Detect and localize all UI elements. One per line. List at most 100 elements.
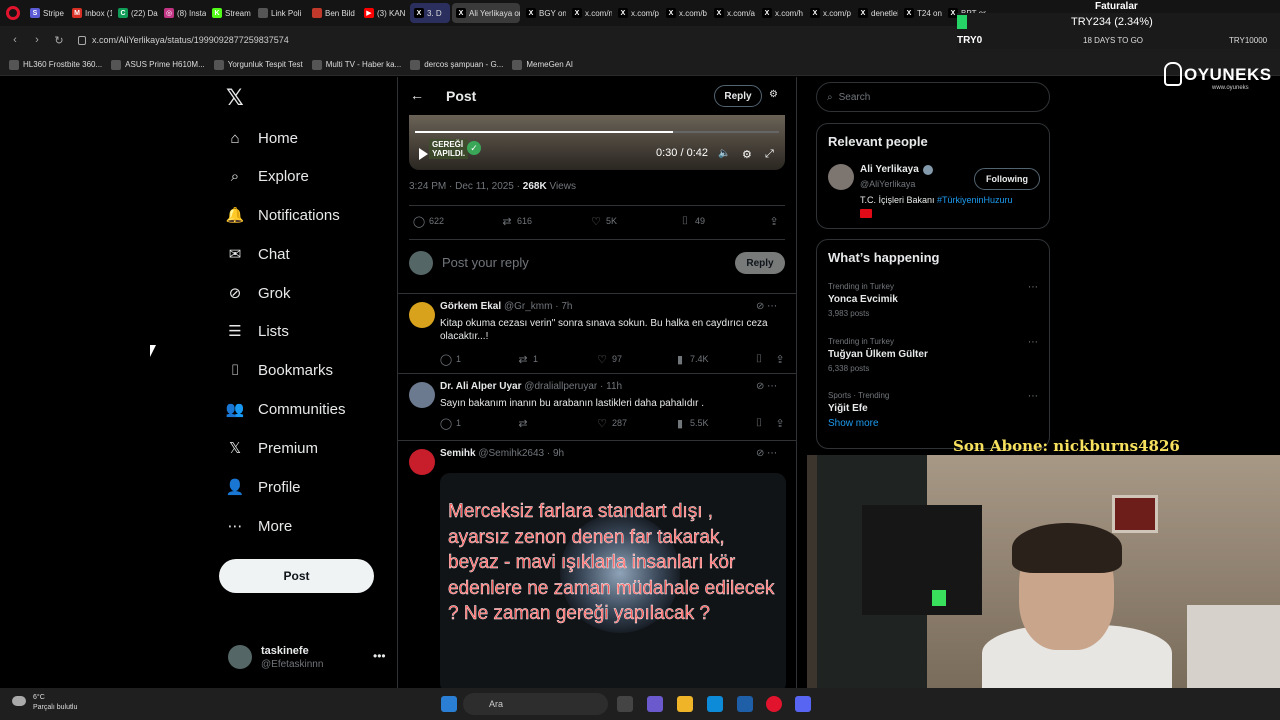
share-action[interactable]: ⇪ (774, 353, 790, 366)
reply-author[interactable]: Semihk @Semihk2643 · 9h (440, 448, 564, 459)
share-action[interactable]: ⇪ (774, 417, 790, 430)
header-reply-button[interactable]: Reply (714, 85, 762, 107)
avatar[interactable] (409, 382, 435, 408)
avatar[interactable] (828, 164, 854, 190)
grok-and-more-icon[interactable]: ⊘ ⋯ (756, 301, 777, 312)
browser-tab[interactable]: X BGY on (522, 3, 566, 23)
grok-and-more-icon[interactable]: ⊘ ⋯ (756, 381, 777, 392)
discord-icon[interactable] (795, 696, 811, 712)
nav-item-chat[interactable]: ✉ Chat (226, 239, 290, 269)
grok-and-more-icon[interactable]: ⊘ ⋯ (756, 448, 777, 459)
browser-tab[interactable]: X Ali Yerlikaya on (452, 3, 520, 23)
browser-tab[interactable]: Ben Bild (308, 3, 358, 23)
browser-tab[interactable]: Xx.com/p (614, 3, 660, 23)
bookmark-stat[interactable]: ⌷ 49 (679, 215, 705, 227)
back-icon[interactable]: ‹ (8, 33, 22, 47)
file-explorer-icon[interactable] (677, 696, 693, 712)
bookmark-item[interactable]: HL360 Frostbite 360... (9, 59, 102, 70)
browser-tab[interactable]: Xx.com/a (710, 3, 756, 23)
bookmark-action[interactable]: ⌷ (753, 353, 769, 365)
person-name[interactable]: Ali Yerlikaya (860, 164, 933, 175)
account-switcher[interactable]: taskinefe @Efetaskinnn ••• (228, 643, 388, 673)
task-view-icon[interactable] (617, 696, 633, 712)
bookmark-item[interactable]: Multi TV - Haber ka... (311, 59, 401, 70)
nav-item-grok[interactable]: ⊘ Grok (226, 278, 291, 308)
back-arrow-icon[interactable]: ← (410, 87, 424, 103)
reload-icon[interactable]: ↻ (52, 33, 66, 47)
reply-stat[interactable]: ◯ 622 (413, 215, 444, 228)
trend-more-icon[interactable]: ⋯ (1028, 391, 1038, 402)
views-action[interactable]: ▮ 7.4K (674, 353, 709, 366)
reply-input[interactable]: Post your reply (442, 255, 529, 270)
show-more-link[interactable]: Show more (828, 418, 879, 429)
browser-tab[interactable]: M Inbox (1 (68, 3, 112, 23)
bookmark-item[interactable]: MemeGen AI (512, 59, 573, 70)
nav-item-premium[interactable]: 𝕏 Premium (226, 433, 318, 463)
browser-tab[interactable]: C (22) Da (114, 3, 158, 23)
trend-more-icon[interactable]: ⋯ (1028, 337, 1038, 348)
bookmark-item[interactable]: ASUS Prime H610M... (111, 59, 205, 70)
play-icon[interactable] (419, 148, 428, 160)
reply-button[interactable]: Reply (735, 252, 785, 274)
trend-item[interactable]: Trending in Turkey Tuğyan Ülkem Gülter 6,3… (828, 337, 1043, 379)
nav-item-lists[interactable]: ☰ Lists (226, 316, 289, 346)
x-logo-icon[interactable]: 𝕏 (226, 87, 248, 109)
repost-stat[interactable]: ⇄ 616 (501, 215, 532, 228)
heart-action[interactable]: ♡ 97 (596, 353, 622, 366)
hashtag-link[interactable]: #TürkiyeninHuzuru (937, 195, 1013, 205)
fullscreen-icon[interactable]: ⤢ (765, 148, 774, 161)
reply-author[interactable]: Görkem Ekal @Gr_kmm · 7h (440, 301, 572, 312)
opera-logo-icon[interactable] (6, 6, 20, 20)
following-button[interactable]: Following (974, 168, 1040, 190)
trend-more-icon[interactable]: ⋯ (1028, 282, 1038, 293)
nav-item-explore[interactable]: ⌕ Explore (226, 161, 309, 191)
browser-tab[interactable]: Xdenetlei (854, 3, 898, 23)
trend-item[interactable]: Trending in Turkey Yonca Evcimik 3,983 pos… (828, 282, 1043, 324)
nav-item-communities[interactable]: 👥 Communities (226, 394, 346, 424)
video-progress[interactable] (415, 131, 779, 133)
browser-tab[interactable]: Link Poli (254, 3, 306, 23)
browser-tab[interactable]: ▶ (3) KAN (360, 3, 408, 23)
heart-action[interactable]: ♡ 287 (596, 417, 627, 430)
video-player[interactable]: GEREĞİ YAPILDI. ✓ 0:30 / 0:42 🔈 ⚙ ⤢ (409, 115, 785, 170)
like-stat[interactable]: ♡ 5K (590, 215, 617, 228)
browser-tab[interactable]: Xx.com/b (662, 3, 708, 23)
more-icon[interactable]: ••• (373, 649, 386, 663)
browser-tab[interactable]: Xx.com/p (806, 3, 852, 23)
bookmark-item[interactable]: Yorgunluk Tespit Test (213, 59, 303, 70)
views-action[interactable]: ▮ 5.5K (674, 417, 709, 430)
copilot-icon[interactable] (647, 696, 663, 712)
post-button[interactable]: Post (219, 559, 374, 593)
edge-icon[interactable] (707, 696, 723, 712)
browser-tab[interactable]: SStripe Ex (26, 3, 66, 23)
nav-item-profile[interactable]: 👤 Profile (226, 472, 301, 502)
forward-icon[interactable]: › (30, 33, 44, 47)
search-input[interactable]: ⌕ Search (816, 82, 1050, 112)
share-stat[interactable]: ⇪ (768, 215, 784, 228)
weather-widget[interactable]: 6°C Parçalı bulutlu (33, 693, 77, 713)
nav-item-more[interactable]: ⋯ More (226, 511, 293, 541)
browser-tab[interactable]: Xx.com/n (568, 3, 612, 23)
settings-icon[interactable]: ⚙ (742, 148, 752, 161)
nav-item-notifications[interactable]: 🔔 Notifications (226, 200, 340, 230)
store-icon[interactable] (737, 696, 753, 712)
reply-author[interactable]: Dr. Ali Alper Uyar @draliallperuyar · 11… (440, 381, 622, 392)
volume-icon[interactable]: 🔈 (718, 148, 730, 159)
opera-icon[interactable] (766, 696, 782, 712)
browser-tab[interactable]: X T24 on (900, 3, 942, 23)
bookmark-action[interactable]: ⌷ (753, 417, 769, 429)
reply-image[interactable]: Merceksiz farlara standart dışı , ayarsı… (440, 473, 786, 688)
nav-item-home[interactable]: ⌂ Home (226, 123, 298, 153)
repost-action[interactable]: ⇄ (517, 417, 533, 430)
windows-start-icon[interactable] (441, 696, 457, 712)
repost-action[interactable]: ⇄ 1 (517, 353, 538, 366)
browser-tab[interactable]: X 3. D (410, 3, 450, 23)
avatar[interactable] (409, 302, 435, 328)
url-field[interactable]: x.com/AliYerlikaya/status/19990928772598… (78, 35, 289, 45)
browser-tab[interactable]: Xx.com/h (758, 3, 804, 23)
adjust-icon[interactable]: ⚙ (769, 89, 781, 101)
browser-tab[interactable]: ◎ (8) Insta (160, 3, 206, 23)
nav-item-bookmarks[interactable]: ⌷ Bookmarks (226, 355, 333, 385)
reply-action[interactable]: ◯ 1 (440, 417, 461, 430)
taskbar-search[interactable]: Ara (463, 693, 608, 715)
